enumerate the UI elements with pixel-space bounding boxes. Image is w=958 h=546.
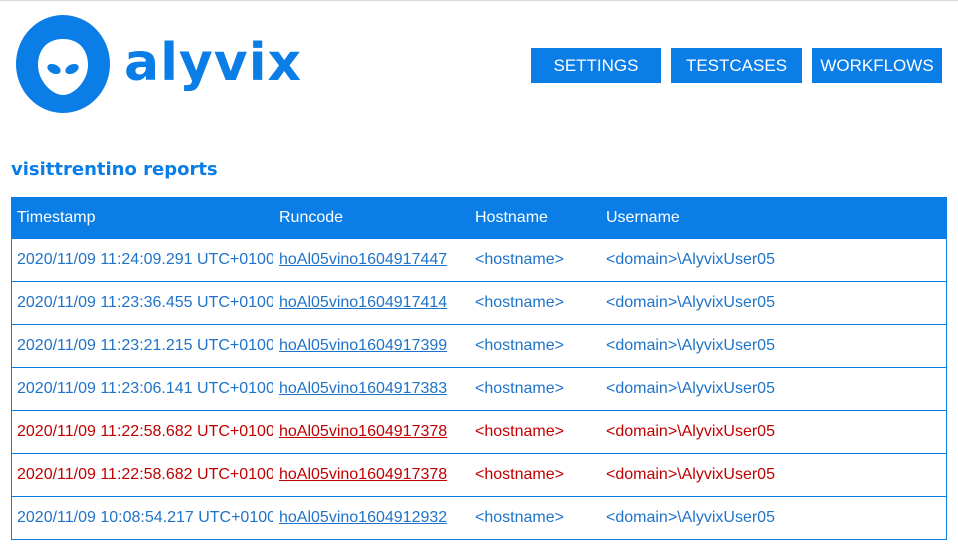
timestamp-cell-text: 2020/11/09 11:23:21.215 UTC+0100 bbox=[17, 337, 273, 354]
hostname-cell: <hostname> bbox=[475, 411, 595, 453]
timestamp-cell-text: 2020/11/09 11:23:06.141 UTC+0100 bbox=[17, 380, 273, 397]
timestamp-cell-text: 2020/11/09 11:22:58.682 UTC+0100 bbox=[17, 466, 273, 483]
username-cell: <domain>\AlyvixUser05 bbox=[606, 368, 906, 410]
runcode-link-text[interactable]: hoAl05vino1604917383 bbox=[279, 380, 447, 398]
column-header-runcode: Runcode bbox=[279, 209, 344, 226]
table-header: Timestamp Runcode Hostname Username bbox=[11, 197, 947, 239]
runcode-link[interactable]: hoAl05vino1604917378 bbox=[279, 411, 459, 453]
username-cell: <domain>\AlyvixUser05 bbox=[606, 325, 906, 367]
username-cell: <domain>\AlyvixUser05 bbox=[606, 282, 906, 324]
username-cell-text: <domain>\AlyvixUser05 bbox=[606, 251, 775, 268]
runcode-link-text[interactable]: hoAl05vino1604917447 bbox=[279, 251, 447, 269]
timestamp-cell-text: 2020/11/09 11:24:09.291 UTC+0100 bbox=[17, 251, 273, 268]
hostname-cell: <hostname> bbox=[475, 454, 595, 496]
username-cell-text: <domain>\AlyvixUser05 bbox=[606, 294, 775, 311]
timestamp-cell-text: 2020/11/09 10:08:54.217 UTC+0100 bbox=[17, 509, 273, 526]
username-cell-text: <domain>\AlyvixUser05 bbox=[606, 423, 775, 440]
hostname-cell: <hostname> bbox=[475, 325, 595, 367]
runcode-link-text[interactable]: hoAl05vino1604912932 bbox=[279, 509, 447, 527]
timestamp-cell: 2020/11/09 10:08:54.217 UTC+0100 bbox=[17, 497, 273, 539]
runcode-link-text[interactable]: hoAl05vino1604917414 bbox=[279, 294, 447, 312]
runcode-link[interactable]: hoAl05vino1604917378 bbox=[279, 454, 459, 496]
runcode-link[interactable]: hoAl05vino1604917399 bbox=[279, 325, 459, 367]
hostname-cell-text: <hostname> bbox=[475, 509, 564, 526]
table-row: 2020/11/09 11:22:58.682 UTC+0100 hoAl05vi… bbox=[11, 411, 947, 454]
alien-head-icon bbox=[16, 15, 110, 113]
runcode-link[interactable]: hoAl05vino1604917447 bbox=[279, 239, 459, 281]
hostname-cell-text: <hostname> bbox=[475, 337, 564, 354]
logo-text: alyvix bbox=[124, 33, 303, 93]
hostname-cell-text: <hostname> bbox=[475, 294, 564, 311]
hostname-cell: <hostname> bbox=[475, 368, 595, 410]
column-header-username: Username bbox=[606, 209, 680, 226]
table-body: 2020/11/09 11:24:09.291 UTC+0100 hoAl05vi… bbox=[11, 239, 947, 540]
table-row: 2020/11/09 11:23:21.215 UTC+0100 hoAl05vi… bbox=[11, 325, 947, 368]
settings-button[interactable]: SETTINGS bbox=[531, 48, 661, 83]
page-title: visittrentino reports bbox=[11, 159, 218, 180]
table-row: 2020/11/09 11:23:36.455 UTC+0100 hoAl05vi… bbox=[11, 282, 947, 325]
timestamp-cell: 2020/11/09 11:24:09.291 UTC+0100 bbox=[17, 239, 273, 281]
hostname-cell: <hostname> bbox=[475, 497, 595, 539]
timestamp-cell: 2020/11/09 11:23:06.141 UTC+0100 bbox=[17, 368, 273, 410]
username-cell: <domain>\AlyvixUser05 bbox=[606, 411, 906, 453]
table-row: 2020/11/09 11:22:58.682 UTC+0100 hoAl05vi… bbox=[11, 454, 947, 497]
table-row: 2020/11/09 11:23:06.141 UTC+0100 hoAl05vi… bbox=[11, 368, 947, 411]
column-header-hostname: Hostname bbox=[475, 209, 548, 226]
reports-table: Timestamp Runcode Hostname Username 2020… bbox=[11, 197, 947, 540]
column-header-timestamp: Timestamp bbox=[17, 209, 96, 226]
timestamp-cell: 2020/11/09 11:22:58.682 UTC+0100 bbox=[17, 454, 273, 496]
timestamp-cell: 2020/11/09 11:23:36.455 UTC+0100 bbox=[17, 282, 273, 324]
hostname-cell-text: <hostname> bbox=[475, 380, 564, 397]
timestamp-cell-text: 2020/11/09 11:23:36.455 UTC+0100 bbox=[17, 294, 273, 311]
username-cell-text: <domain>\AlyvixUser05 bbox=[606, 466, 775, 483]
hostname-cell-text: <hostname> bbox=[475, 466, 564, 483]
testcases-button[interactable]: TESTCASES bbox=[671, 48, 802, 83]
username-cell-text: <domain>\AlyvixUser05 bbox=[606, 380, 775, 397]
username-cell-text: <domain>\AlyvixUser05 bbox=[606, 337, 775, 354]
runcode-link-text[interactable]: hoAl05vino1604917378 bbox=[279, 423, 447, 441]
runcode-link[interactable]: hoAl05vino1604917383 bbox=[279, 368, 459, 410]
hostname-cell-text: <hostname> bbox=[475, 251, 564, 268]
username-cell: <domain>\AlyvixUser05 bbox=[606, 239, 906, 281]
runcode-link[interactable]: hoAl05vino1604912932 bbox=[279, 497, 459, 539]
runcode-link-text[interactable]: hoAl05vino1604917399 bbox=[279, 337, 447, 355]
workflows-button[interactable]: WORKFLOWS bbox=[812, 48, 942, 83]
runcode-link[interactable]: hoAl05vino1604917414 bbox=[279, 282, 459, 324]
table-row: 2020/11/09 11:24:09.291 UTC+0100 hoAl05vi… bbox=[11, 239, 947, 282]
table-row: 2020/11/09 10:08:54.217 UTC+0100 hoAl05vi… bbox=[11, 497, 947, 540]
username-cell-text: <domain>\AlyvixUser05 bbox=[606, 509, 775, 526]
hostname-cell-text: <hostname> bbox=[475, 423, 564, 440]
hostname-cell: <hostname> bbox=[475, 282, 595, 324]
timestamp-cell-text: 2020/11/09 11:22:58.682 UTC+0100 bbox=[17, 423, 273, 440]
runcode-link-text[interactable]: hoAl05vino1604917378 bbox=[279, 466, 447, 484]
username-cell: <domain>\AlyvixUser05 bbox=[606, 454, 906, 496]
timestamp-cell: 2020/11/09 11:22:58.682 UTC+0100 bbox=[17, 411, 273, 453]
hostname-cell: <hostname> bbox=[475, 239, 595, 281]
timestamp-cell: 2020/11/09 11:23:21.215 UTC+0100 bbox=[17, 325, 273, 367]
username-cell: <domain>\AlyvixUser05 bbox=[606, 497, 906, 539]
